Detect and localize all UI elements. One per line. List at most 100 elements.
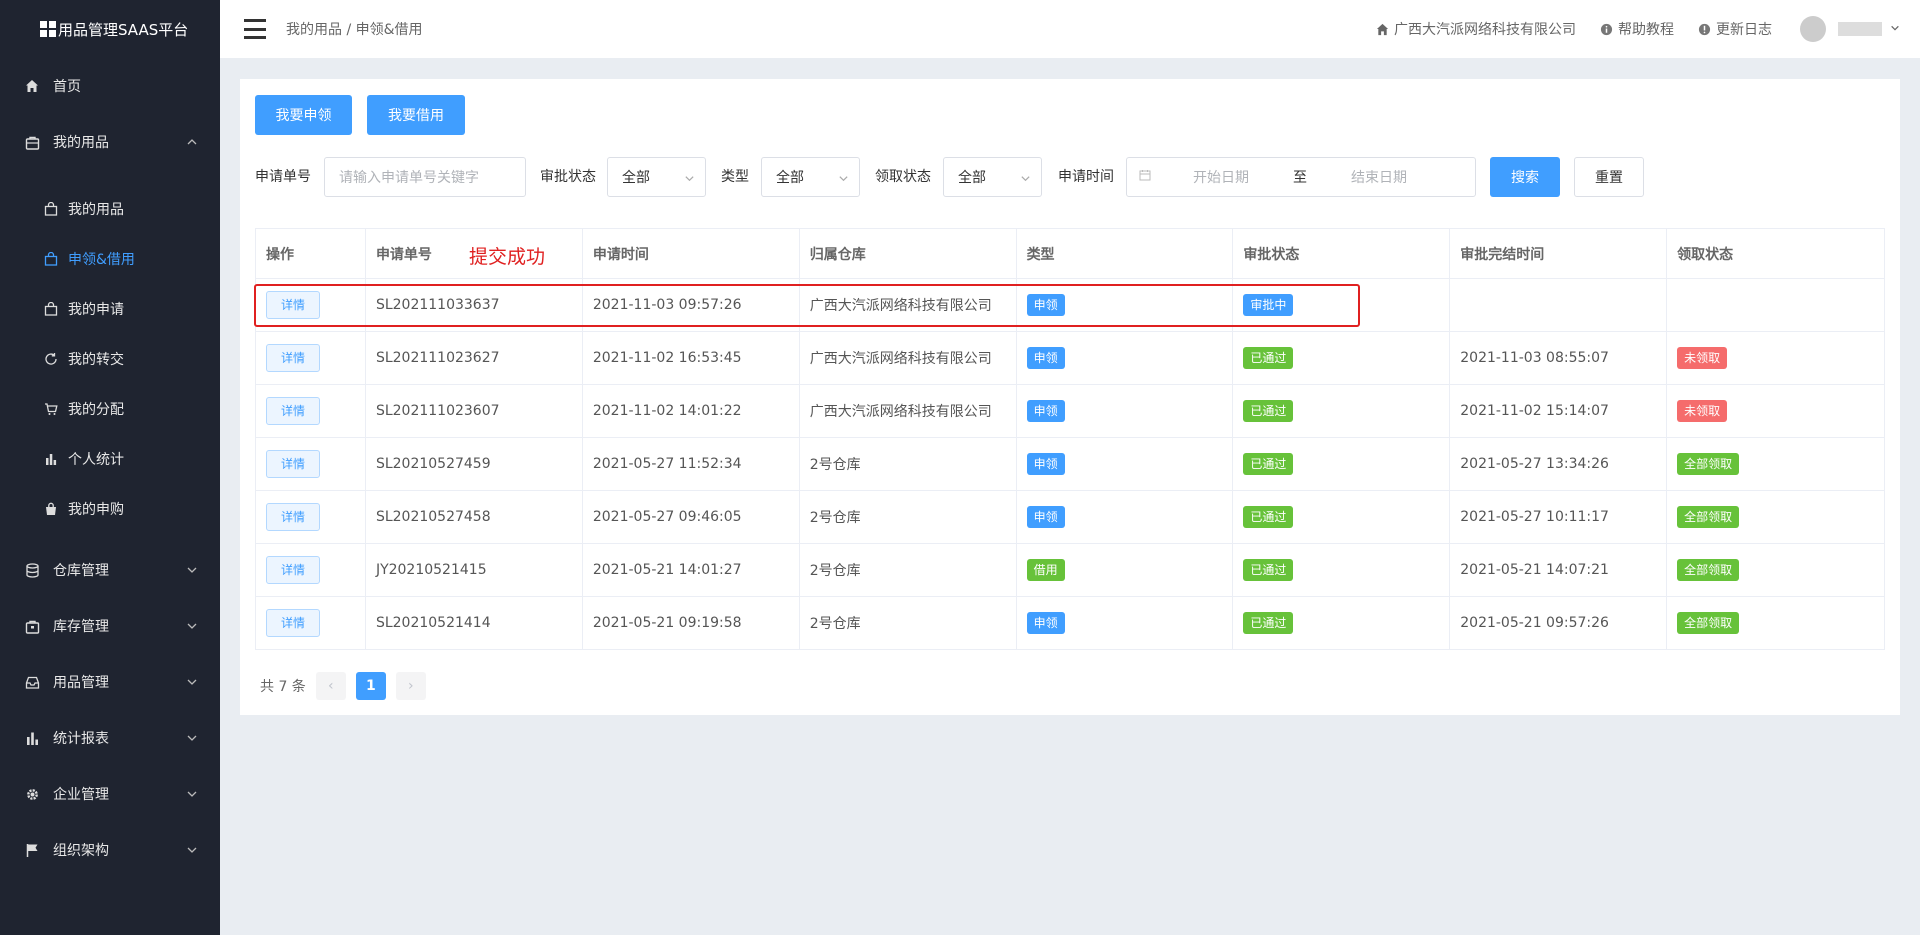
main-panel: 我要申领 我要借用 申请单号 请输入申请单号关键字 审批状态 全部 类型 全部 … [240, 79, 1900, 715]
sidebar-subitem-my-allocation[interactable]: 我的分配 [0, 384, 220, 434]
cell-warehouse: 广西大汽派网络科技有限公司 [798, 331, 1017, 385]
cell-action: 详情 [255, 331, 366, 385]
apply-button[interactable]: 我要申领 [255, 95, 352, 135]
detail-button[interactable]: 详情 [266, 397, 321, 425]
chevron-down-icon [838, 172, 849, 188]
date-separator: 至 [1293, 170, 1307, 186]
chevron-down-icon [186, 676, 198, 688]
date-range-picker[interactable]: 开始日期 至 结束日期 [1126, 157, 1476, 197]
receive-status-tag: 未领取 [1677, 347, 1728, 369]
sidebar-subitem-my-requests[interactable]: 我的申请 [0, 284, 220, 334]
cell-finish-time: 2021-05-21 09:57:26 [1449, 596, 1668, 650]
breadcrumb: 我的用品 / 申领&借用 [286, 22, 423, 38]
grid-icon [40, 21, 56, 37]
prev-page-button[interactable]: ‹ [315, 672, 346, 700]
cell-receive: 全部领取 [1666, 490, 1885, 544]
reset-button[interactable]: 重置 [1574, 157, 1644, 197]
approval-status-tag: 已通过 [1243, 400, 1294, 422]
cell-apply-time: 2021-05-21 09:19:58 [581, 596, 800, 650]
next-page-button[interactable]: › [395, 672, 426, 700]
sidebar-subitem-apply-borrow[interactable]: 申领&借用 [0, 234, 220, 284]
shopping-bag-icon [44, 502, 58, 516]
database-icon [24, 562, 40, 578]
cell-type: 申领 [1015, 437, 1234, 491]
column-header: 类型 [1015, 228, 1234, 279]
table-row: 详情 SL202111023607 2021-11-02 14:01:22 广西大汽派… [255, 384, 1885, 438]
start-date-input[interactable]: 开始日期 [1193, 167, 1249, 187]
app-logo[interactable]: 用品管理SAAS平台 [0, 0, 220, 58]
help-label: 帮助教程 [1618, 22, 1674, 38]
detail-button[interactable]: 详情 [266, 609, 321, 637]
bag-icon [24, 134, 40, 150]
sidebar-item-enterprise[interactable]: 企业管理 [0, 766, 220, 822]
detail-button[interactable]: 详情 [266, 344, 321, 372]
type-tag: 借用 [1026, 559, 1065, 581]
detail-button[interactable]: 详情 [266, 556, 321, 584]
avatar[interactable] [1800, 16, 1826, 42]
cell-order-no: SL20210521414 [364, 596, 583, 650]
column-header: 审批完结时间 [1449, 228, 1668, 279]
approval-status-tag: 已通过 [1243, 612, 1294, 634]
sidebar-item-inventory[interactable]: 库存管理 [0, 598, 220, 654]
inbox-icon [24, 674, 40, 690]
sidebar-item-label: 首页 [53, 79, 81, 95]
sidebar-subitem-my-supplies[interactable]: 我的用品 [0, 184, 220, 234]
sidebar-item-supplies-management[interactable]: 用品管理 [0, 654, 220, 710]
borrow-button[interactable]: 我要借用 [367, 95, 465, 135]
cell-approval: 已通过 [1232, 437, 1451, 491]
type-tag: 申领 [1026, 612, 1065, 634]
cell-action: 详情 [255, 543, 366, 597]
sidebar-item-reports[interactable]: 统计报表 [0, 710, 220, 766]
box-icon [24, 618, 40, 634]
page-number-button[interactable]: 1 [355, 672, 386, 700]
pagination: 共 7 条 ‹ 1 › [260, 672, 426, 700]
sidebar-item-home[interactable]: 首页 [0, 58, 220, 114]
receive-status-label: 领取状态 [875, 169, 931, 185]
company-switch[interactable]: 广西大汽派网络科技有限公司 [1376, 19, 1576, 39]
cell-warehouse: 2号仓库 [798, 596, 1017, 650]
cell-receive: 未领取 [1666, 384, 1885, 438]
cell-receive: 未领取 [1666, 331, 1885, 385]
sidebar-subitem-personal-stats[interactable]: 个人统计 [0, 434, 220, 484]
type-label: 类型 [721, 169, 749, 185]
search-button[interactable]: 搜索 [1490, 157, 1560, 197]
chevron-down-icon [1020, 172, 1031, 188]
top-header: 我的用品 / 申领&借用 广西大汽派网络科技有限公司 帮助教程 更新日志 [220, 0, 1920, 58]
detail-button[interactable]: 详情 [266, 450, 321, 478]
sidebar-subitem-label: 我的分配 [68, 402, 124, 418]
chevron-down-icon[interactable] [1890, 21, 1900, 37]
column-header: 审批状态 [1232, 228, 1451, 279]
changelog-link[interactable]: 更新日志 [1698, 19, 1772, 39]
alert-icon [1698, 23, 1711, 35]
cell-apply-time: 2021-05-21 14:01:27 [581, 543, 800, 597]
receive-status-tag: 全部领取 [1677, 559, 1740, 581]
gear-icon [24, 786, 40, 802]
cell-finish-time: 2021-11-02 15:14:07 [1449, 384, 1668, 438]
end-date-input[interactable]: 结束日期 [1351, 167, 1407, 187]
type-tag: 申领 [1026, 400, 1065, 422]
type-tag: 申领 [1026, 506, 1065, 528]
flag-icon [24, 842, 40, 858]
help-link[interactable]: 帮助教程 [1600, 19, 1674, 39]
sidebar-subitem-my-transfers[interactable]: 我的转交 [0, 334, 220, 384]
bag-icon [44, 202, 58, 216]
order-no-label: 申请单号 [255, 169, 311, 185]
sidebar-item-warehouse[interactable]: 仓库管理 [0, 542, 220, 598]
sidebar-item-organization[interactable]: 组织架构 [0, 822, 220, 878]
username-redacted[interactable] [1838, 22, 1882, 36]
total-count: 共 7 条 [260, 679, 306, 695]
detail-button[interactable]: 详情 [266, 503, 321, 531]
menu-toggle-icon[interactable] [244, 19, 266, 39]
type-select[interactable]: 全部 [761, 157, 860, 197]
cell-action: 详情 [255, 437, 366, 491]
cell-apply-time: 2021-11-02 16:53:45 [581, 331, 800, 385]
date-label: 申请时间 [1058, 169, 1114, 185]
order-no-input[interactable]: 请输入申请单号关键字 [324, 157, 526, 197]
approval-status-select[interactable]: 全部 [607, 157, 706, 197]
sidebar-item-my-supplies[interactable]: 我的用品 [0, 114, 220, 170]
sidebar-item-label: 仓库管理 [53, 563, 109, 579]
receive-status-select[interactable]: 全部 [943, 157, 1042, 197]
cell-receive: 全部领取 [1666, 543, 1885, 597]
sidebar-subitem-my-purchase[interactable]: 我的申购 [0, 484, 220, 534]
approval-status-tag: 已通过 [1243, 347, 1294, 369]
